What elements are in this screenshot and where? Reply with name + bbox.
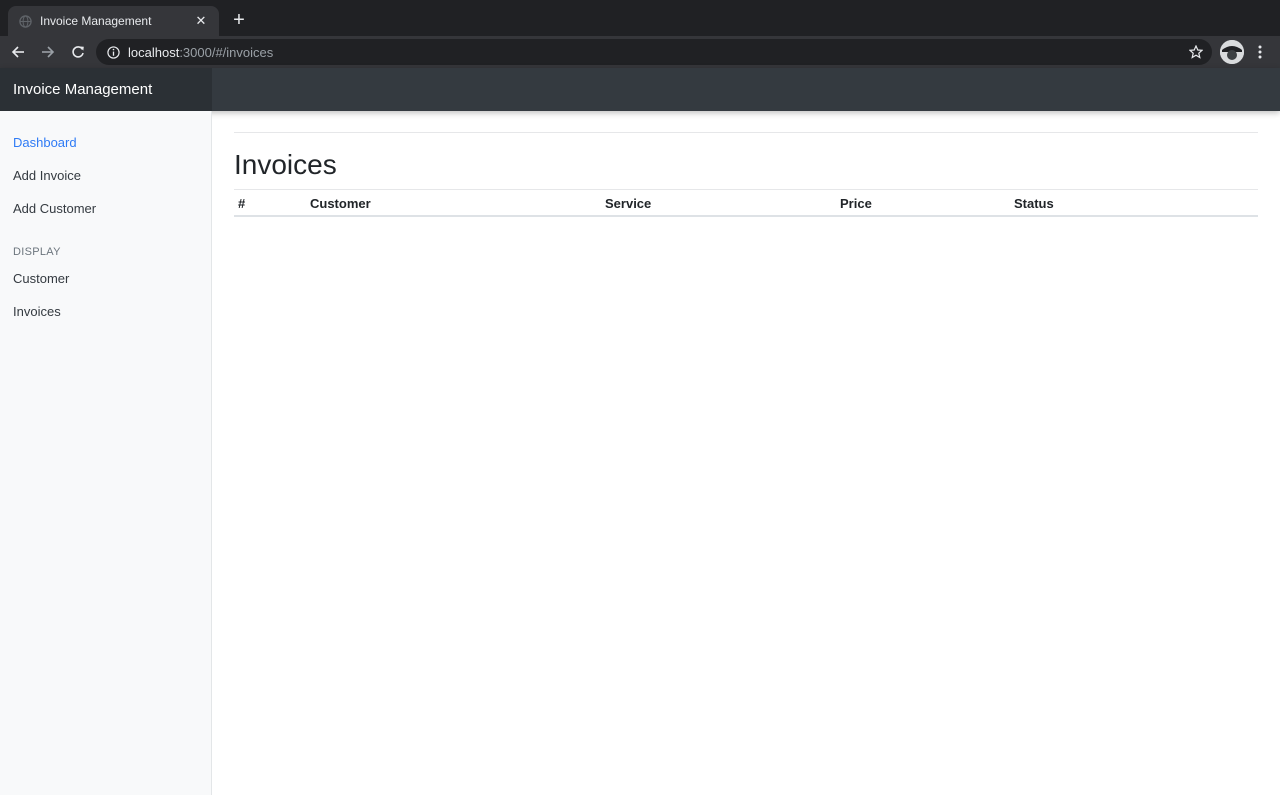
column-header-price[interactable]: Price bbox=[840, 196, 872, 211]
sidebar-heading-display: DISPLAY bbox=[13, 246, 61, 258]
sidebar-item-invoices[interactable]: Invoices bbox=[13, 304, 61, 319]
back-button[interactable] bbox=[4, 38, 32, 66]
arrow-right-icon bbox=[42, 46, 55, 58]
info-icon[interactable] bbox=[106, 45, 120, 59]
browser-tabstrip: Invoice Management ✕ + bbox=[0, 0, 1280, 36]
browser-toolbar: localhost:3000/#/invoices bbox=[0, 36, 1280, 68]
star-icon[interactable] bbox=[1188, 44, 1204, 60]
sidebar: Dashboard Add Invoice Add Customer DISPL… bbox=[0, 111, 212, 795]
avatar-icon bbox=[1220, 40, 1244, 64]
new-tab-button[interactable]: + bbox=[228, 9, 250, 31]
url-host: localhost bbox=[128, 44, 180, 60]
sidebar-item-customer[interactable]: Customer bbox=[13, 271, 69, 286]
forward-button[interactable] bbox=[34, 38, 62, 66]
column-header-number[interactable]: # bbox=[238, 196, 245, 211]
table-header-row: # Customer Service Price Status bbox=[234, 189, 1258, 217]
invoices-table: # Customer Service Price Status bbox=[234, 189, 1258, 217]
more-vertical-icon bbox=[1258, 45, 1262, 59]
column-header-service[interactable]: Service bbox=[605, 196, 651, 211]
sidebar-item-dashboard[interactable]: Dashboard bbox=[13, 135, 77, 150]
app-navbar: Invoice Management bbox=[0, 68, 1280, 111]
divider bbox=[234, 132, 1258, 133]
sidebar-item-add-invoice[interactable]: Add Invoice bbox=[13, 168, 81, 183]
url-path: :3000/#/invoices bbox=[179, 44, 274, 60]
profile-avatar[interactable] bbox=[1220, 40, 1244, 64]
reload-button[interactable] bbox=[64, 38, 92, 66]
sidebar-item-add-customer[interactable]: Add Customer bbox=[13, 201, 96, 216]
column-header-status[interactable]: Status bbox=[1014, 196, 1054, 211]
globe-icon bbox=[18, 14, 32, 28]
column-header-customer[interactable]: Customer bbox=[310, 196, 371, 211]
navbar-brand[interactable]: Invoice Management bbox=[0, 68, 212, 111]
arrow-left-icon bbox=[11, 46, 24, 58]
reload-icon bbox=[72, 46, 84, 58]
address-bar[interactable]: localhost:3000/#/invoices bbox=[96, 39, 1212, 65]
page-title: Invoices bbox=[234, 149, 337, 180]
close-icon[interactable]: ✕ bbox=[193, 13, 209, 29]
browser-menu-button[interactable] bbox=[1250, 42, 1270, 62]
tab-title: Invoice Management bbox=[40, 14, 152, 28]
browser-tab[interactable]: Invoice Management ✕ bbox=[8, 6, 219, 36]
